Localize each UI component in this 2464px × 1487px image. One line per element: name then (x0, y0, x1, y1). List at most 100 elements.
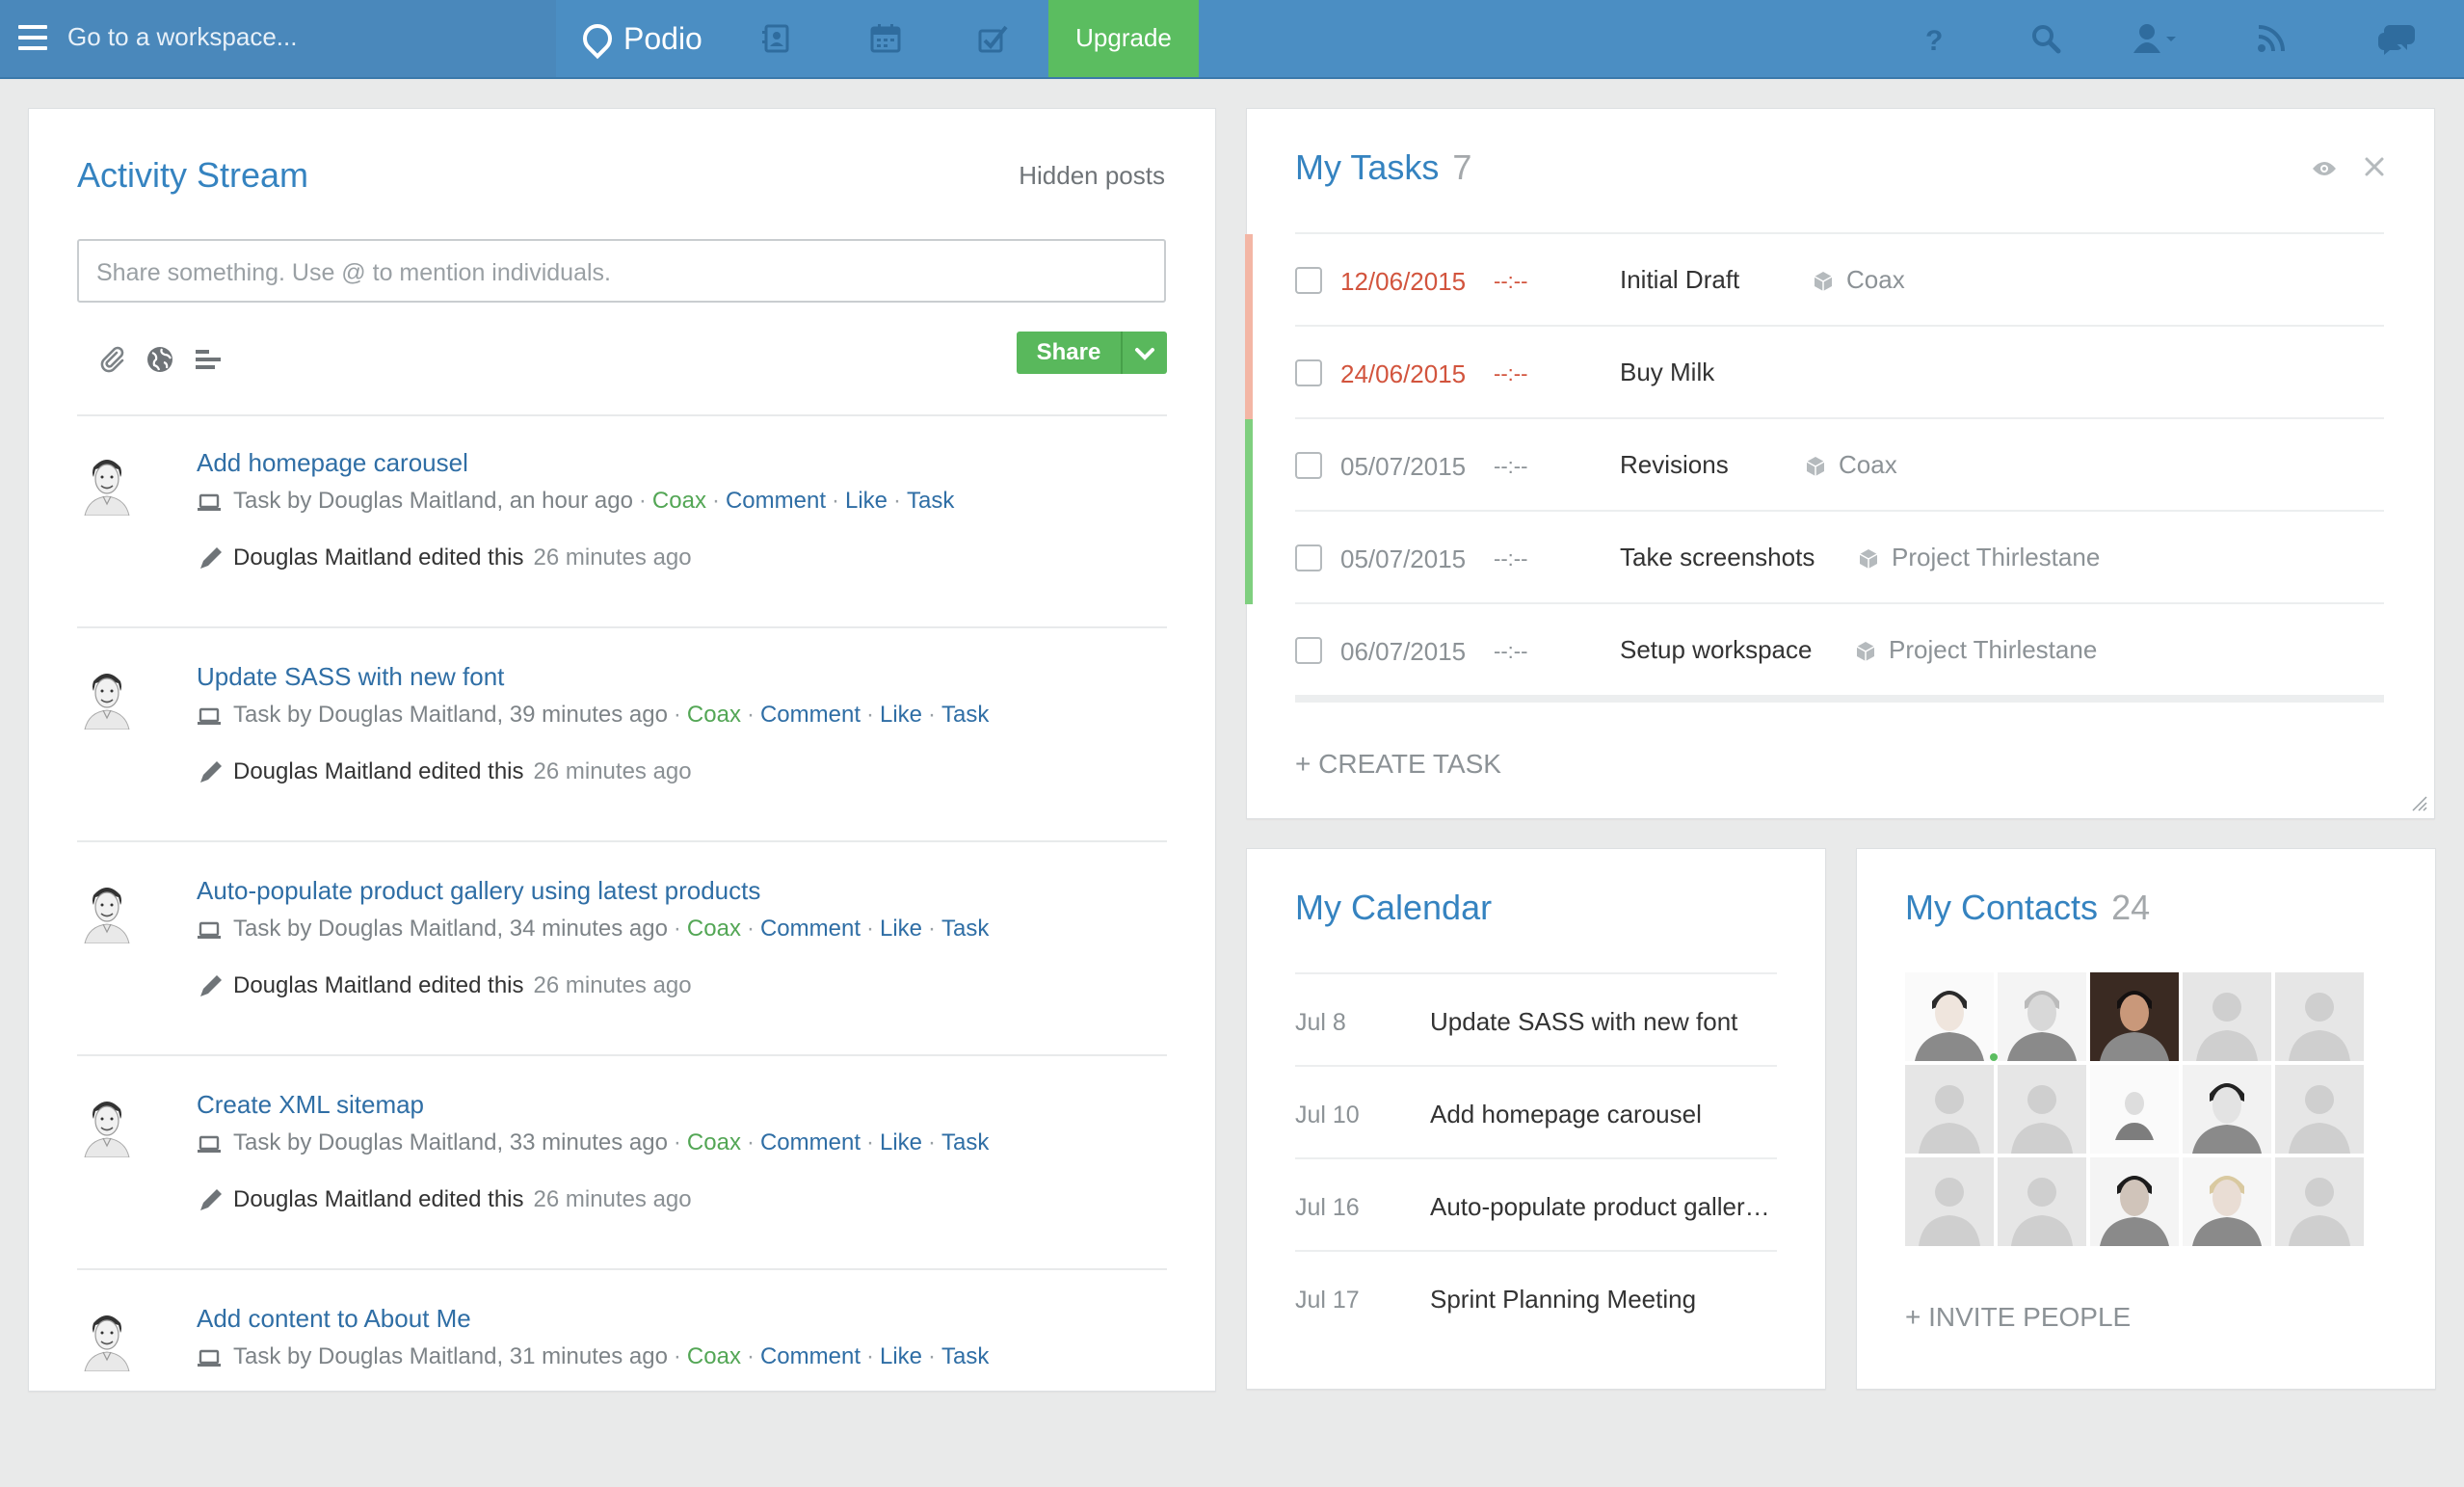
post-title-link[interactable]: Create XML sitemap (197, 1090, 424, 1120)
workspace-switcher[interactable]: Go to a workspace... (0, 0, 556, 77)
share-options-chevron-icon[interactable] (1123, 332, 1167, 374)
task-name[interactable]: Buy Milk (1620, 358, 1714, 387)
comment-link[interactable]: Comment (760, 1129, 861, 1155)
notifications-feed-icon[interactable] (2255, 21, 2288, 56)
avatar[interactable] (77, 448, 137, 517)
workspace-link[interactable]: Coax (687, 702, 741, 728)
task-name[interactable]: Take screenshots (1620, 543, 1815, 572)
contact-avatar[interactable] (1905, 972, 1994, 1061)
help-icon[interactable]: ? (1921, 21, 1947, 56)
share-input[interactable]: Share something. Use @ to mention indivi… (77, 239, 1166, 303)
task-row[interactable]: 05/07/2015 --:-- Revisions Coax (1245, 417, 2384, 512)
contact-avatar[interactable] (2183, 1065, 2271, 1154)
task-name[interactable]: Revisions (1620, 450, 1729, 480)
calendar-event-row[interactable]: Jul 17 Sprint Planning Meeting (1295, 1250, 1777, 1344)
contact-avatar[interactable] (1998, 1157, 2086, 1246)
contact-avatar[interactable] (1905, 1157, 1994, 1246)
comment-link[interactable]: Comment (760, 1343, 861, 1369)
calendar-icon[interactable] (869, 23, 902, 54)
my-calendar-title[interactable]: My Calendar (1295, 888, 1492, 928)
comment-link[interactable]: Comment (760, 702, 861, 728)
workspace-search-placeholder[interactable]: Go to a workspace... (67, 22, 297, 52)
podio-logo[interactable]: Podio (576, 17, 702, 60)
user-menu-icon[interactable] (2132, 21, 2180, 56)
contact-avatar[interactable] (1905, 1065, 1994, 1154)
poll-icon[interactable] (193, 344, 224, 375)
task-link[interactable]: Task (941, 702, 989, 728)
chat-icon[interactable] (2376, 21, 2417, 56)
close-icon[interactable] (2363, 155, 2386, 178)
like-link[interactable]: Like (880, 702, 922, 728)
attachment-icon[interactable] (96, 344, 127, 375)
contact-avatar[interactable] (2275, 1157, 2364, 1246)
contact-avatar[interactable] (2090, 1065, 2179, 1154)
avatar[interactable] (77, 1304, 137, 1372)
workspace-link[interactable]: Coax (652, 488, 706, 514)
like-link[interactable]: Like (880, 1129, 922, 1155)
task-link[interactable]: Task (907, 488, 954, 514)
post-title-link[interactable]: Add content to About Me (197, 1304, 471, 1334)
task-checkbox[interactable] (1295, 637, 1322, 664)
contact-avatar[interactable] (2183, 1157, 2271, 1246)
task-row[interactable]: 12/06/2015 --:-- Initial Draft Coax (1245, 232, 2384, 327)
task-name[interactable]: Initial Draft (1620, 265, 1739, 295)
menu-icon[interactable] (18, 25, 47, 50)
resize-handle-icon[interactable] (2409, 793, 2428, 812)
like-link[interactable]: Like (880, 1343, 922, 1369)
post-title-link[interactable]: Auto-populate product gallery using late… (197, 876, 760, 906)
contact-avatar[interactable] (2275, 1065, 2364, 1154)
create-task-button[interactable]: + CREATE TASK (1295, 749, 1501, 780)
invite-people-button[interactable]: + INVITE PEOPLE (1905, 1302, 2131, 1333)
calendar-event-row[interactable]: Jul 8 Update SASS with new font (1295, 972, 1777, 1067)
my-tasks-title[interactable]: My Tasks 7 (1295, 147, 1471, 188)
task-link[interactable]: Task (941, 1129, 989, 1155)
share-button[interactable]: Share (1017, 332, 1167, 374)
task-name[interactable]: Setup workspace (1620, 635, 1812, 665)
task-workspace[interactable]: Coax (1812, 265, 1905, 295)
like-link[interactable]: Like (845, 488, 888, 514)
contacts-icon[interactable] (761, 23, 794, 54)
avatar[interactable] (77, 1090, 137, 1158)
like-link[interactable]: Like (880, 916, 922, 942)
task-checkbox[interactable] (1295, 452, 1322, 479)
workspace-link[interactable]: Coax (687, 1343, 741, 1369)
task-checkbox[interactable] (1295, 267, 1322, 294)
comment-link[interactable]: Comment (726, 488, 826, 514)
post-title-link[interactable]: Update SASS with new font (197, 662, 504, 692)
comment-link[interactable]: Comment (760, 916, 861, 942)
my-contacts-title[interactable]: My Contacts 24 (1905, 888, 2150, 928)
task-checkbox[interactable] (1295, 359, 1322, 386)
event-name[interactable]: Add homepage carousel (1430, 1100, 1777, 1129)
hidden-posts-link[interactable]: Hidden posts (1019, 161, 1165, 191)
task-row[interactable]: 24/06/2015 --:-- Buy Milk (1245, 325, 2384, 419)
task-row[interactable]: 06/07/2015 --:-- Setup workspace Project Th… (1295, 602, 2384, 697)
event-name[interactable]: Sprint Planning Meeting (1430, 1285, 1777, 1314)
upgrade-button[interactable]: Upgrade (1048, 0, 1199, 77)
task-workspace[interactable]: Project Thirlestane (1857, 543, 2100, 572)
task-link[interactable]: Task (941, 1343, 989, 1369)
event-name[interactable]: Auto-populate product galler… (1430, 1192, 1777, 1222)
task-workspace[interactable]: Project Thirlestane (1854, 635, 2097, 665)
task-row[interactable]: 05/07/2015 --:-- Take screenshots Project T… (1245, 510, 2384, 604)
task-workspace[interactable]: Coax (1804, 450, 1897, 480)
search-icon[interactable] (2029, 21, 2062, 56)
contact-avatar[interactable] (2090, 972, 2179, 1061)
avatar[interactable] (77, 876, 137, 944)
workspace-link[interactable]: Coax (687, 1129, 741, 1155)
tasks-icon[interactable] (977, 23, 1010, 54)
eye-icon[interactable] (2311, 159, 2338, 178)
task-link[interactable]: Task (941, 916, 989, 942)
calendar-event-row[interactable]: Jul 10 Add homepage carousel (1295, 1065, 1777, 1159)
contact-avatar[interactable] (1998, 972, 2086, 1061)
globe-icon[interactable] (145, 344, 175, 375)
event-name[interactable]: Update SASS with new font (1430, 1007, 1777, 1037)
workspace-link[interactable]: Coax (687, 916, 741, 942)
contact-avatar[interactable] (2183, 972, 2271, 1061)
post-title-link[interactable]: Add homepage carousel (197, 448, 468, 478)
contact-avatar[interactable] (2275, 972, 2364, 1061)
contact-avatar[interactable] (2090, 1157, 2179, 1246)
calendar-event-row[interactable]: Jul 16 Auto-populate product galler… (1295, 1157, 1777, 1252)
contact-avatar[interactable] (1998, 1065, 2086, 1154)
avatar[interactable] (77, 662, 137, 730)
task-checkbox[interactable] (1295, 544, 1322, 571)
